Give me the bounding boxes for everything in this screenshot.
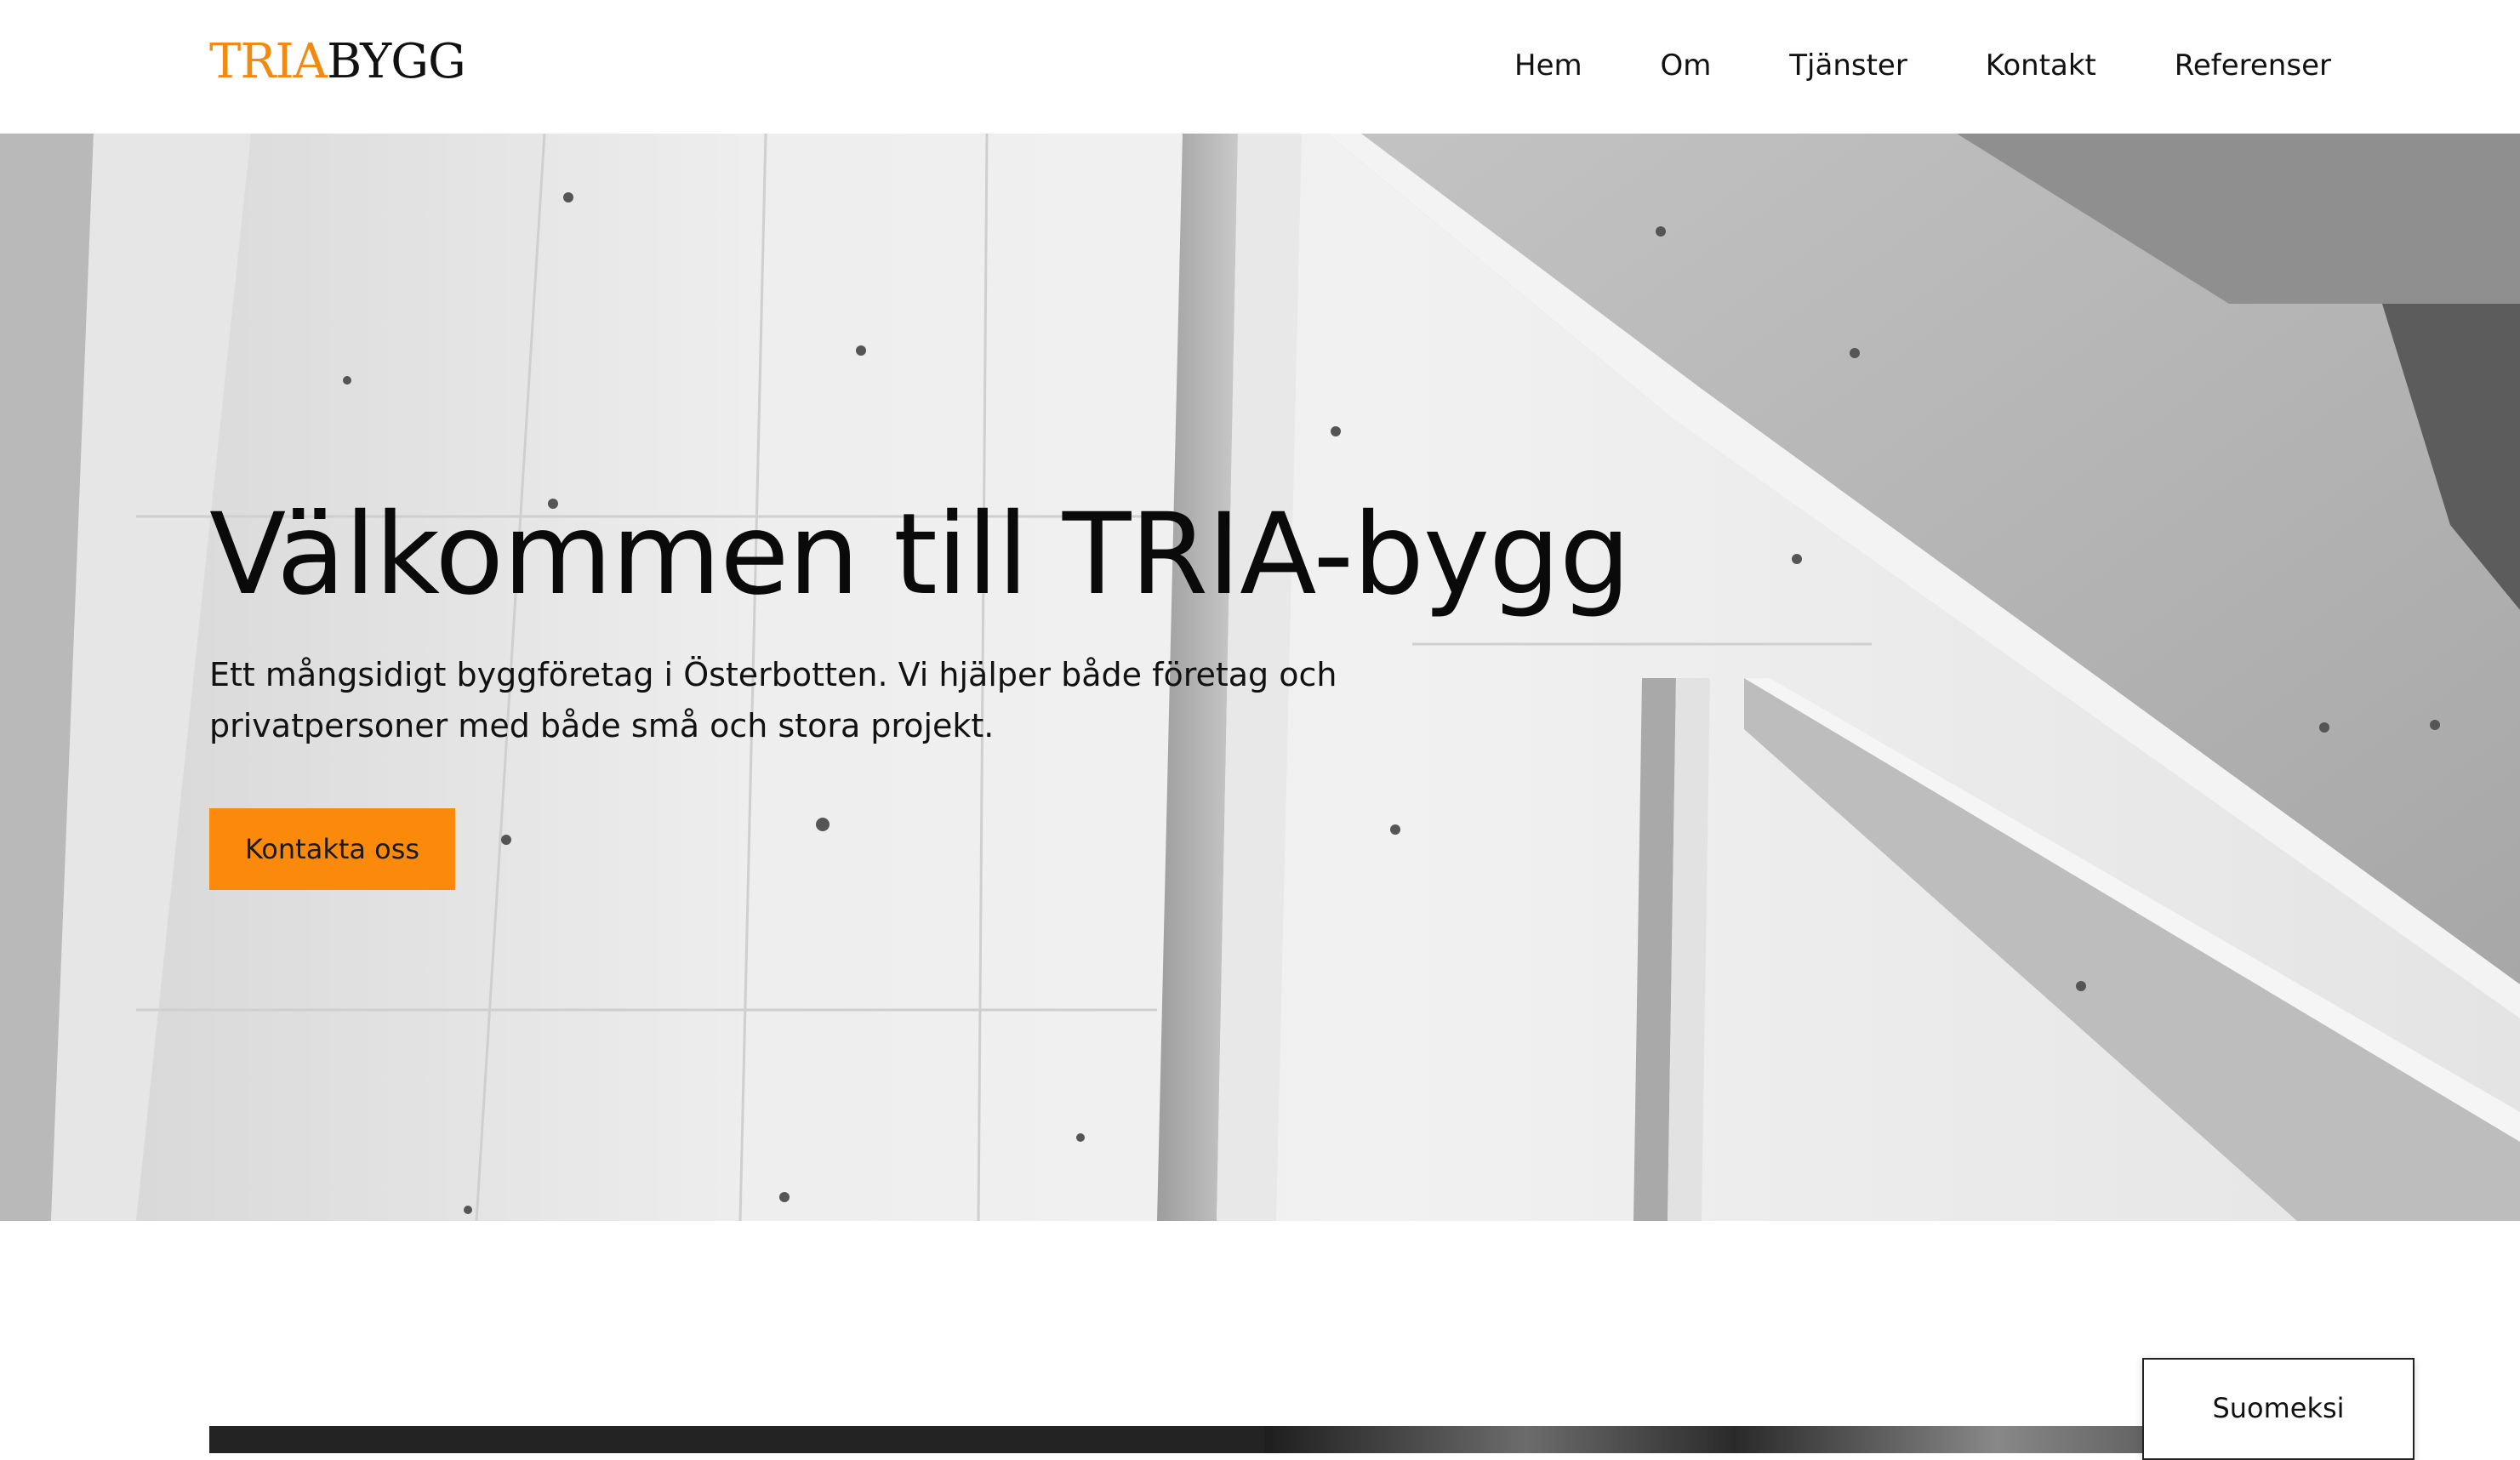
- hero-subtitle-line2: privatpersoner med både små och stora pr…: [209, 707, 995, 744]
- nav-item-kontakt[interactable]: Kontakt: [1986, 48, 2096, 83]
- next-section-dark-panel: [209, 1426, 1264, 1453]
- nav-item-referenser[interactable]: Referenser: [2175, 48, 2331, 83]
- nav-item-tjanster[interactable]: Tjänster: [1789, 48, 1907, 83]
- logo[interactable]: TRIABYGG: [209, 32, 466, 92]
- logo-bygg: BYGG: [327, 34, 466, 89]
- logo-tria: TRIA: [209, 34, 328, 89]
- hero-subtitle: Ett mångsidigt byggföretag i Österbotten…: [209, 649, 1485, 751]
- hero-title: Välkommen till TRIA-bygg: [209, 489, 1631, 620]
- nav-item-hem[interactable]: Hem: [1514, 48, 1582, 83]
- main-nav: Hem Om Tjänster Kontakt Referenser: [1514, 43, 2331, 88]
- nav-item-om[interactable]: Om: [1661, 48, 1712, 83]
- language-switch-button[interactable]: Suomeksi: [2142, 1358, 2415, 1460]
- hero-subtitle-line1: Ett mångsidigt byggföretag i Österbotten…: [209, 656, 1337, 693]
- site-header: TRIABYGG Hem Om Tjänster Kontakt Referen…: [0, 0, 2520, 134]
- hero-section: Välkommen till TRIA-bygg Ett mångsidigt …: [0, 134, 2520, 1221]
- contact-us-button[interactable]: Kontakta oss: [209, 808, 455, 890]
